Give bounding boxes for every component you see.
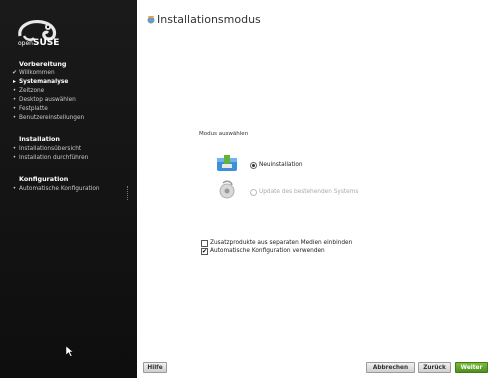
bullet-icon: • bbox=[12, 106, 17, 112]
auto-config-label[interactable]: Automatische Konfiguration verwenden bbox=[210, 248, 325, 254]
sidebar: openSUSE Vorbereitung ✔ Willkommen ▸ Syste… bbox=[0, 0, 137, 378]
step-auto-config: • Automatische Konfiguration bbox=[12, 186, 100, 192]
update-system-radio[interactable] bbox=[250, 189, 257, 196]
step-disk: • Festplatte bbox=[12, 106, 48, 112]
addon-products-label[interactable]: Zusatzprodukte aus separaten Medien einb… bbox=[210, 240, 352, 246]
page-title: Installationsmodus bbox=[157, 13, 261, 26]
check-icon: ✔ bbox=[12, 70, 17, 76]
section-title-configuration: Konfiguration bbox=[19, 175, 69, 183]
mouse-pointer-icon bbox=[66, 346, 74, 357]
bullet-icon: • bbox=[12, 186, 17, 192]
new-installation-radio[interactable] bbox=[250, 162, 257, 169]
step-system-analysis: ▸ Systemanalyse bbox=[13, 79, 69, 85]
bullet-icon: • bbox=[12, 146, 17, 152]
back-button[interactable]: Zurück bbox=[418, 362, 451, 373]
bullet-icon: • bbox=[12, 97, 17, 103]
mode-group-label: Modus auswählen bbox=[199, 131, 249, 137]
auto-config-checkbox[interactable]: ✔ bbox=[201, 248, 208, 255]
update-icon bbox=[219, 180, 235, 199]
bullet-icon: • bbox=[12, 115, 17, 121]
step-installation-overview: • Installationsübersicht bbox=[12, 146, 82, 152]
package-icon bbox=[217, 155, 237, 171]
main-panel: Installationsmodus Modus auswählen Neuin… bbox=[137, 0, 490, 378]
sidebar-resize-handle[interactable] bbox=[127, 186, 130, 200]
installer-icon bbox=[147, 16, 155, 24]
step-desktop: • Desktop auswählen bbox=[12, 97, 76, 103]
step-users: • Benutzereinstellungen bbox=[12, 115, 85, 121]
help-button[interactable]: Hilfe bbox=[143, 362, 167, 373]
logo-text: openSUSE bbox=[18, 38, 60, 48]
section-title-preparation: Vorbereitung bbox=[19, 60, 67, 68]
bullet-icon: • bbox=[12, 88, 17, 94]
checkmark-icon: ✔ bbox=[202, 248, 208, 255]
step-timezone: • Zeitzone bbox=[12, 88, 45, 94]
next-button[interactable]: Weiter bbox=[455, 362, 488, 373]
update-system-label[interactable]: Update des bestehenden Systems bbox=[259, 189, 358, 195]
step-perform-installation: • Installation durchführen bbox=[12, 155, 89, 161]
new-installation-label[interactable]: Neuinstallation bbox=[259, 162, 303, 168]
bullet-icon: • bbox=[12, 155, 17, 161]
section-title-installation: Installation bbox=[19, 135, 60, 143]
abort-button[interactable]: Abbrechen bbox=[366, 362, 415, 373]
step-welcome: ✔ Willkommen bbox=[12, 70, 55, 76]
arrow-right-icon: ▸ bbox=[13, 79, 16, 85]
addon-products-checkbox[interactable] bbox=[201, 240, 208, 247]
